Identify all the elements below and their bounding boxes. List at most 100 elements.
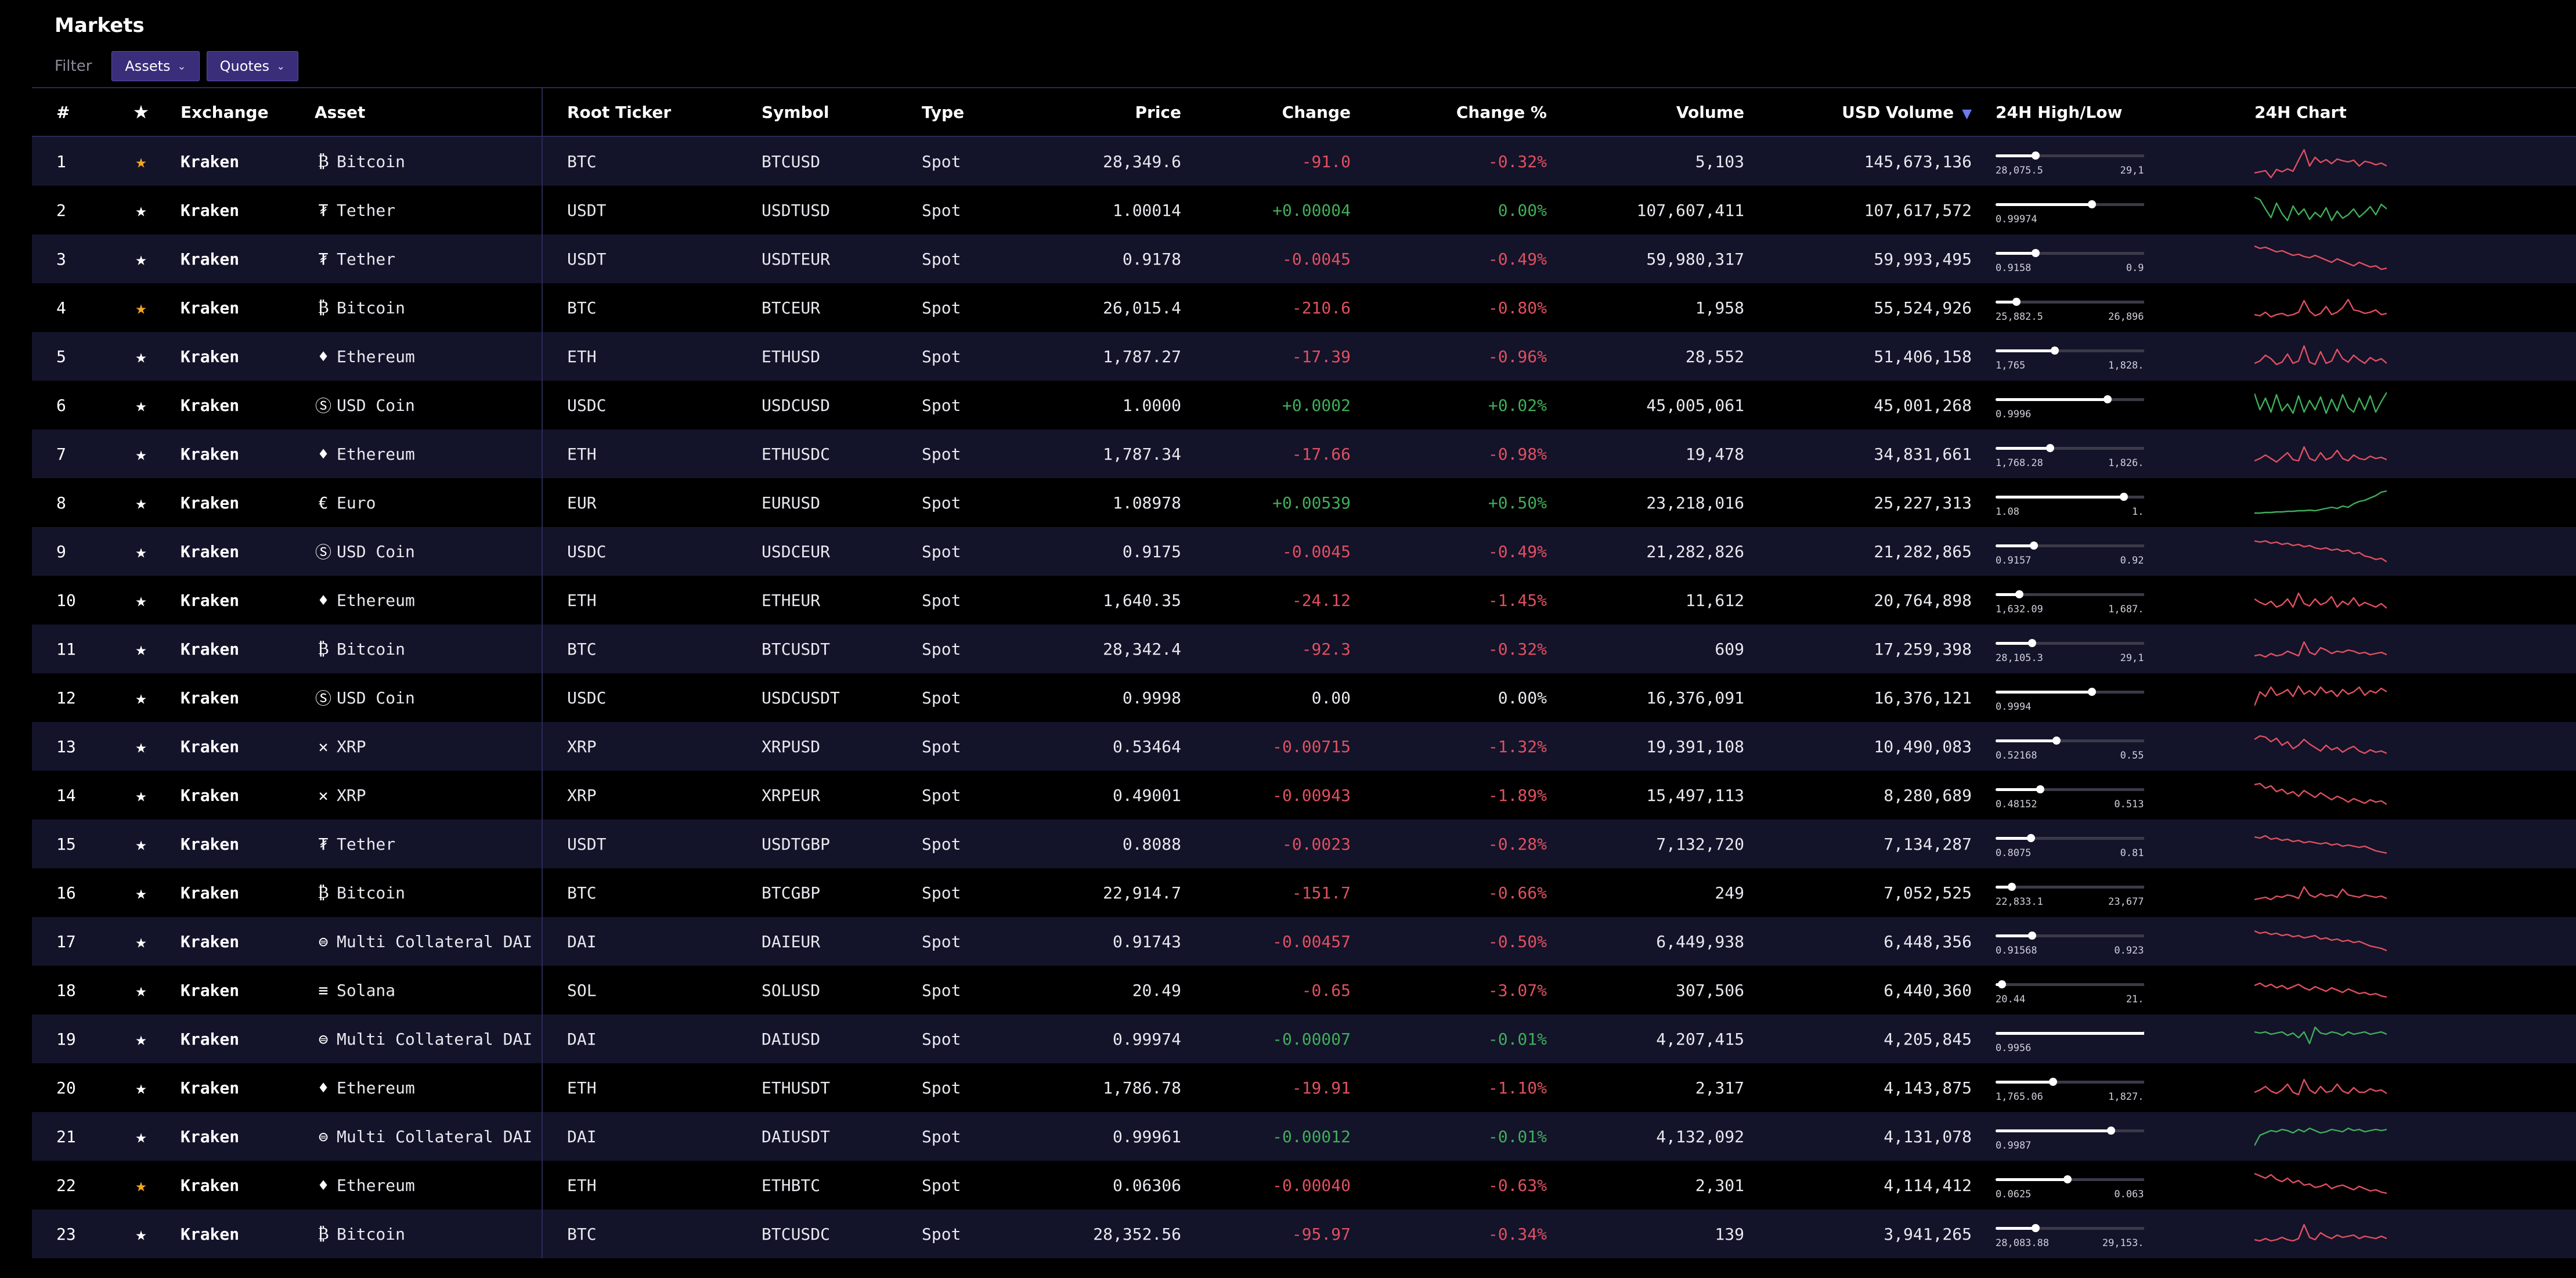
favorite-toggle[interactable]: ★ <box>113 1174 169 1196</box>
favorite-toggle[interactable]: ★ <box>113 1077 169 1099</box>
asset-name: USD Coin <box>337 688 415 707</box>
col-header-asset[interactable]: Asset <box>303 88 543 136</box>
favorite-toggle[interactable]: ★ <box>113 492 169 514</box>
col-header-root-ticker[interactable]: Root Ticker <box>543 103 762 122</box>
table-row[interactable]: 18 ★ Kraken ≡ Solana SOL SOLUSD Spot 20.49 -0.65 -… <box>32 966 2576 1015</box>
table-row[interactable]: 6 ★ Kraken Ⓢ USD Coin USDC USDCUSD Spot 1.0000 +0… <box>32 381 2576 429</box>
table-row[interactable]: 21 ★ Kraken ⊜ Multi Collateral DAI DAI DAIUSDT… <box>32 1112 2576 1161</box>
col-header-usd-volume[interactable]: USD Volume ▼ <box>1744 103 1972 122</box>
col-header-exchange[interactable]: Exchange <box>169 103 303 122</box>
col-header-price[interactable]: Price <box>1029 103 1181 122</box>
table-row[interactable]: 5 ★ Kraken ♦ Ethereum ETH ETHUSD Spot 1,787.27 -1… <box>32 332 2576 381</box>
assets-filter-button[interactable]: Assets ⌄ <box>111 51 200 81</box>
col-header-symbol[interactable]: Symbol <box>762 103 922 122</box>
quotes-filter-label: Quotes <box>219 58 270 74</box>
change-cell: -0.0045 <box>1282 249 1351 269</box>
favorite-toggle[interactable]: ★ <box>113 833 169 855</box>
asset-cell: ₿ Bitcoin <box>303 137 543 186</box>
favorite-toggle[interactable]: ★ <box>113 540 169 562</box>
quotes-filter-button[interactable]: Quotes ⌄ <box>206 51 299 81</box>
table-row[interactable]: 17 ★ Kraken ⊜ Multi Collateral DAI DAI DAIEUR S… <box>32 917 2576 966</box>
table-row[interactable]: 3 ★ Kraken ₮ Tether USDT USDTEUR Spot 0.9178 -0.0… <box>32 234 2576 283</box>
favorite-toggle[interactable]: ★ <box>113 687 169 709</box>
favorite-toggle[interactable]: ★ <box>113 345 169 367</box>
favorite-toggle[interactable]: ★ <box>113 930 169 952</box>
change-pct-cell: -0.98% <box>1488 444 1547 464</box>
asset-name: Multi Collateral DAI <box>337 1127 533 1146</box>
assets-filter-label: Assets <box>125 58 171 74</box>
favorite-toggle[interactable]: ★ <box>113 394 169 416</box>
change-cell: 0.00 <box>1311 688 1351 707</box>
col-header-favorite[interactable]: ★ <box>113 101 169 123</box>
table-row[interactable]: 2 ★ Kraken ₮ Tether USDT USDTUSD Spot 1.00014 +0.… <box>32 186 2576 234</box>
change-pct-cell: -0.96% <box>1488 346 1547 366</box>
favorite-toggle[interactable]: ★ <box>113 979 169 1001</box>
table-row[interactable]: 13 ★ Kraken ✕ XRP XRP XRPUSD Spot 0.53464 -0.0071… <box>32 722 2576 771</box>
favorite-toggle[interactable]: ★ <box>113 638 169 660</box>
table-row[interactable]: 20 ★ Kraken ♦ Ethereum ETH ETHUSDT Spot 1,786.78… <box>32 1063 2576 1112</box>
favorite-toggle[interactable]: ★ <box>113 784 169 806</box>
table-row[interactable]: 1 ★ Kraken ₿ Bitcoin BTC BTCUSD Spot 28,349.6 -91… <box>32 137 2576 186</box>
col-header-high-low[interactable]: 24H High/Low <box>1972 103 2144 122</box>
table-row[interactable]: 11 ★ Kraken ₿ Bitcoin BTC BTCUSDT Spot 28,342.4 -… <box>32 624 2576 673</box>
sparkline-cell <box>2144 1215 2564 1252</box>
col-header-num[interactable]: # <box>32 103 113 122</box>
range-marker <box>2036 785 2045 793</box>
table-row[interactable]: 16 ★ Kraken ₿ Bitcoin BTC BTCGBP Spot 22,914.7 -1… <box>32 868 2576 917</box>
high-value: 21.66 <box>2126 994 2144 1005</box>
range-fill <box>1996 739 2057 742</box>
filter-bar: Filter Assets ⌄ Quotes ⌄ <box>55 51 299 81</box>
sparkline-path <box>2254 392 2387 414</box>
high-value: 0.5573 <box>2120 750 2144 761</box>
table-row[interactable]: 10 ★ Kraken ♦ Ethereum ETH ETHEUR Spot 1,640.35 -… <box>32 576 2576 624</box>
table-row[interactable]: 12 ★ Kraken Ⓢ USD Coin USDC USDCUSDT Spot 0.9998… <box>32 673 2576 722</box>
high-low-range: 28,083.88 29,153.69 <box>1996 1216 2144 1251</box>
favorite-toggle[interactable]: ★ <box>113 297 169 319</box>
sparkline-path <box>2254 490 2387 514</box>
col-header-change-pct[interactable]: Change % <box>1351 103 1547 122</box>
type-cell: Spot <box>922 785 961 805</box>
favorite-toggle[interactable]: ★ <box>113 882 169 904</box>
table-row[interactable]: 14 ★ Kraken ✕ XRP XRP XRPEUR Spot 0.49001 -0.0094… <box>32 771 2576 819</box>
favorite-toggle[interactable]: ★ <box>113 1125 169 1147</box>
low-value: 28,083.88 <box>1996 1237 2050 1249</box>
symbol-cell: BTCGBP <box>762 883 821 902</box>
table-row[interactable]: 8 ★ Kraken € Euro EUR EURUSD Spot 1.08978 +0.0053… <box>32 478 2576 527</box>
favorite-toggle[interactable]: ★ <box>113 1223 169 1245</box>
asset-name: Ethereum <box>337 1078 415 1098</box>
star-icon: ★ <box>135 589 147 611</box>
col-header-volume[interactable]: Volume <box>1547 103 1744 122</box>
col-header-chart[interactable]: 24H Chart <box>2144 103 2564 122</box>
col-header-type[interactable]: Type <box>922 103 1029 122</box>
change-cell: -0.00457 <box>1272 932 1351 951</box>
favorite-toggle[interactable]: ★ <box>113 443 169 465</box>
table-row[interactable]: 9 ★ Kraken Ⓢ USD Coin USDC USDCEUR Spot 0.9175 -0… <box>32 527 2576 576</box>
usd-volume-cell: 55,524,926 <box>1874 298 1972 317</box>
favorite-toggle[interactable]: ★ <box>113 150 169 172</box>
change-cell: -0.00943 <box>1272 785 1351 805</box>
table-row[interactable]: 23 ★ Kraken ₿ Bitcoin BTC BTCUSDC Spot 28,352.56… <box>32 1210 2576 1258</box>
high-value: 1.09 <box>2132 506 2144 518</box>
favorite-toggle[interactable]: ★ <box>113 1028 169 1050</box>
exchange-cell: Kraken <box>181 1224 240 1244</box>
table-row[interactable]: 15 ★ Kraken ₮ Tether USDT USDTGBP Spot 0.8088 -0.… <box>32 819 2576 868</box>
high-low-range: 0.48152 0.51321 <box>1996 778 2144 813</box>
usd-volume-cell: 59,993,495 <box>1874 249 1972 269</box>
symbol-cell: ETHUSDT <box>762 1078 831 1098</box>
table-body: 1 ★ Kraken ₿ Bitcoin BTC BTCUSD Spot 28,349.6 -91… <box>32 137 2576 1258</box>
table-row[interactable]: 22 ★ Kraken ♦ Ethereum ETH ETHBTC Spot 0.06306 -0… <box>32 1161 2576 1210</box>
table-row[interactable]: 7 ★ Kraken ♦ Ethereum ETH ETHUSDC Spot 1,787.34 -… <box>32 429 2576 478</box>
favorite-toggle[interactable]: ★ <box>113 735 169 757</box>
asset-name: XRP <box>337 785 366 805</box>
volume-cell: 139 <box>1715 1224 1744 1244</box>
root-ticker-cell: USDT <box>567 249 607 269</box>
col-header-change[interactable]: Change <box>1181 103 1351 122</box>
favorite-toggle[interactable]: ★ <box>113 199 169 221</box>
favorite-toggle[interactable]: ★ <box>113 589 169 611</box>
star-icon: ★ <box>135 638 147 660</box>
symbol-cell: ETHUSD <box>762 346 821 366</box>
table-row[interactable]: 4 ★ Kraken ₿ Bitcoin BTC BTCEUR Spot 26,015.4 -21… <box>32 283 2576 332</box>
exchange-cell: Kraken <box>181 1078 240 1098</box>
table-row[interactable]: 19 ★ Kraken ⊜ Multi Collateral DAI DAI DAIUSD S… <box>32 1015 2576 1063</box>
favorite-toggle[interactable]: ★ <box>113 248 169 270</box>
